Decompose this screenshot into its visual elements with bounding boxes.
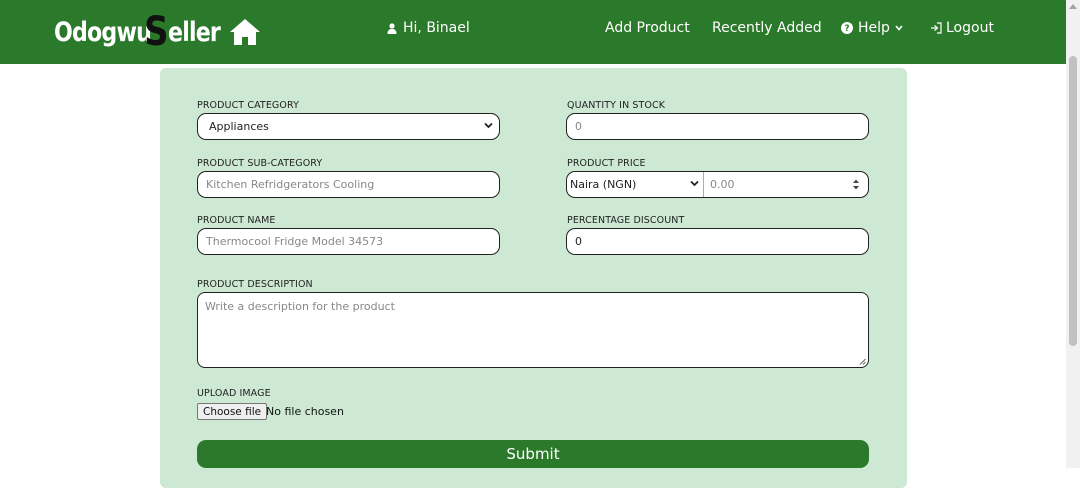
price-label: PRODUCT PRICE	[567, 158, 646, 169]
description-placeholder: Write a description for the product	[205, 300, 395, 313]
category-select[interactable]: Appliances	[197, 113, 500, 140]
file-status: No file chosen	[266, 405, 344, 418]
brand-part2: eller	[167, 16, 221, 48]
sign-out-icon	[931, 22, 942, 34]
upload-label: UPLOAD IMAGE	[197, 388, 271, 399]
nav-logout-label: Logout	[946, 20, 994, 36]
subcategory-label: PRODUCT SUB-CATEGORY	[197, 158, 323, 169]
nav-recently-added-label: Recently Added	[712, 20, 822, 36]
product-name-input[interactable]: Thermocool Fridge Model 34573	[197, 228, 500, 255]
resize-grip-icon[interactable]	[859, 358, 866, 365]
top-navbar: Odogwu S eller Hi, Binael Add Product Re…	[0, 0, 1066, 64]
price-amount-input[interactable]: 0.00	[704, 172, 868, 197]
category-label: PRODUCT CATEGORY	[197, 100, 299, 111]
product-name-placeholder: Thermocool Fridge Model 34573	[206, 235, 384, 248]
name-label: PRODUCT NAME	[197, 215, 276, 226]
nav-logout[interactable]: Logout	[930, 20, 994, 36]
submit-button[interactable]: Submit	[197, 440, 869, 468]
scroll-up-arrow[interactable]	[1069, 4, 1077, 9]
greeting-text: Hi, Binael	[403, 20, 470, 36]
discount-label: PERCENTAGE DISCOUNT	[567, 215, 685, 226]
description-label: PRODUCT DESCRIPTION	[197, 279, 313, 290]
greeting: Hi, Binael	[387, 20, 470, 36]
submit-label: Submit	[506, 445, 560, 463]
nav-help-label: Help	[858, 20, 890, 36]
description-textarea[interactable]: Write a description for the product	[197, 292, 869, 368]
nav-recently-added[interactable]: Recently Added	[712, 20, 822, 36]
price-placeholder: 0.00	[710, 178, 735, 191]
number-spinner-icon[interactable]	[852, 178, 860, 191]
discount-value: 0	[575, 235, 582, 248]
currency-select[interactable]: Naira (NGN)	[567, 172, 704, 197]
quantity-label: QUANTITY IN STOCK	[567, 100, 666, 111]
subcategory-input[interactable]: Kitchen Refridgerators Cooling	[197, 171, 500, 198]
user-icon	[387, 22, 397, 34]
brand-logo[interactable]: Odogwu S eller	[54, 10, 262, 54]
nav-add-product-label: Add Product	[605, 20, 690, 36]
nav-help-dropdown[interactable]: ? Help	[841, 20, 903, 36]
brand-letter: S	[144, 9, 168, 55]
subcategory-placeholder: Kitchen Refridgerators Cooling	[206, 178, 375, 191]
category-selected: Appliances	[209, 120, 269, 133]
home-icon	[229, 19, 260, 45]
currency-selected: Naira (NGN)	[570, 178, 637, 191]
nav-add-product[interactable]: Add Product	[605, 20, 690, 36]
chevron-down-icon	[690, 180, 699, 187]
scroll-thumb[interactable]	[1069, 56, 1077, 346]
page-scrollbar[interactable]	[1066, 0, 1080, 468]
question-circle-icon: ?	[841, 22, 853, 34]
chevron-down-icon	[484, 122, 493, 129]
choose-file-button[interactable]: Choose file	[197, 403, 268, 420]
quantity-input[interactable]: 0	[566, 113, 869, 140]
svg-text:?: ?	[844, 24, 849, 34]
discount-input[interactable]: 0	[566, 228, 869, 255]
brand-part1: Odogwu	[54, 16, 152, 48]
quantity-placeholder: 0	[575, 120, 582, 133]
price-input-group: Naira (NGN) 0.00	[566, 171, 869, 198]
chevron-down-icon	[895, 25, 903, 31]
